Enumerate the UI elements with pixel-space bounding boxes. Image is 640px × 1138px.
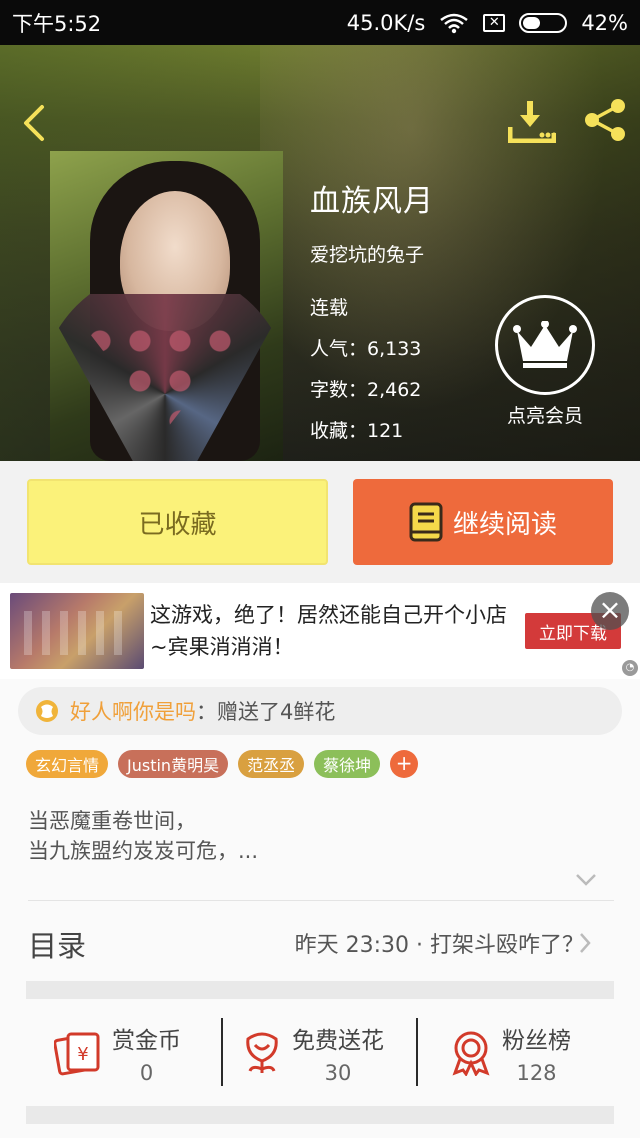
favorited-label: 已收藏 [138, 509, 217, 540]
chevron-left-icon[interactable] [16, 103, 52, 143]
network-speed: 45.0K/s [346, 10, 426, 35]
wifi-icon [440, 13, 469, 33]
close-icon[interactable]: × [591, 592, 629, 630]
book-popularity: 人气：6,133 [310, 338, 422, 360]
reward-coins-count: 0 [139, 1061, 154, 1085]
tag-item[interactable]: 玄幻言情 [26, 750, 109, 778]
chevron-down-icon[interactable] [574, 872, 598, 888]
chevron-right-icon [580, 933, 591, 953]
status-time: 下午5:52 [12, 11, 102, 36]
gift-message: ：赠送了4鲜花 [196, 700, 336, 724]
crown-icon [495, 295, 595, 395]
no-sim-icon: ✕ [483, 13, 506, 32]
free-flower-button[interactable]: 免费送花 30 [242, 1018, 384, 1088]
medal-icon [452, 1031, 490, 1076]
status-bar: 下午5:52 45.0K/s ✕ 42% [0, 0, 640, 45]
free-flower-label: 免费送花 [292, 1028, 384, 1054]
gift-user[interactable]: 好人啊你是吗 [70, 696, 196, 726]
battery-percent: 42% [581, 10, 628, 35]
flower-badge-icon [36, 700, 58, 722]
section-divider [26, 1106, 614, 1124]
book-icon [409, 502, 443, 542]
section-divider [26, 981, 614, 999]
tag-item[interactable]: Justin黄明昊 [118, 750, 229, 778]
book-info: 血族风月 爱挖坑的兔子 连载 人气：6,133 字数：2,462 收藏：121 [310, 182, 434, 443]
action-bar: 已收藏 继续阅读 [0, 461, 640, 583]
tag-item[interactable]: 蔡徐坤 [314, 750, 381, 778]
divider [221, 1018, 223, 1086]
ad-text[interactable]: 这游戏，绝了！居然还能自己开个小店~宾果消消消！ [150, 599, 510, 663]
toc-label: 目录 [28, 929, 87, 963]
vip-label: 点亮会员 [506, 405, 583, 427]
synopsis-line: 当九族盟约岌岌可危，... [28, 839, 259, 863]
book-header: 血族风月 爱挖坑的兔子 连载 人气：6,133 字数：2,462 收藏：121 … [0, 45, 640, 461]
reward-coins-button[interactable]: ¥ 赏金币 0 [54, 1018, 181, 1088]
battery-icon [519, 12, 568, 33]
synopsis-line: 当恶魔重卷世间， [28, 809, 196, 833]
status-right: 45.0K/s ✕ 42% [347, 11, 628, 35]
tag-list: 玄幻言情 Justin黄明昊 范丞丞 蔡徐坤 + [26, 750, 419, 778]
tag-item[interactable]: 范丞丞 [238, 750, 305, 778]
svg-text:¥: ¥ [77, 1044, 88, 1065]
download-icon[interactable] [508, 99, 556, 143]
table-of-contents-row[interactable]: 目录 昨天 23:30 · 打架斗殴咋了？ [0, 901, 640, 981]
share-icon[interactable] [580, 97, 628, 143]
free-flower-count: 30 [324, 1061, 352, 1085]
ad-image[interactable] [10, 593, 144, 669]
book-author[interactable]: 爱挖坑的兔子 [310, 240, 434, 267]
fan-ranking-count: 128 [516, 1061, 557, 1085]
book-status: 连载 [310, 297, 349, 319]
fan-ranking-button[interactable]: 粉丝榜 128 [450, 1018, 571, 1088]
flower-icon [246, 1032, 278, 1073]
book-word-count: 字数：2,462 [310, 379, 422, 401]
ad-mark-icon: ◔ [622, 660, 638, 676]
gift-notice[interactable]: 好人啊你是吗 ：赠送了4鲜花 [18, 687, 622, 735]
book-cover-image[interactable] [50, 151, 283, 461]
coin-envelope-icon: ¥ [54, 1032, 100, 1076]
ad-banner[interactable]: 这游戏，绝了！居然还能自己开个小店~宾果消消消！ 立即下载 [0, 583, 640, 679]
add-tag-button[interactable]: + [390, 750, 419, 778]
latest-chapter[interactable]: 昨天 23:30 · 打架斗殴咋了？ [295, 927, 584, 959]
favorited-button[interactable]: 已收藏 [27, 479, 328, 565]
continue-label: 继续阅读 [452, 509, 557, 540]
fan-ranking-label: 粉丝榜 [502, 1028, 571, 1054]
reward-coins-label: 赏金币 [112, 1028, 181, 1054]
divider [416, 1018, 418, 1086]
synopsis[interactable]: 当恶魔重卷世间， 当九族盟约岌岌可危，... [28, 806, 258, 866]
vip-button[interactable]: 点亮会员 [492, 295, 598, 428]
book-detail-screen: 下午5:52 45.0K/s ✕ 42% 血族风月 爱挖坑的兔子 连载 人气：6… [0, 0, 640, 1138]
book-favorites: 收藏：121 [310, 420, 404, 442]
interaction-bar: ¥ 赏金币 0 免费送花 30 粉丝榜 128 [0, 1000, 640, 1106]
book-title: 血族风月 [310, 184, 434, 219]
continue-reading-button[interactable]: 继续阅读 [353, 479, 613, 565]
